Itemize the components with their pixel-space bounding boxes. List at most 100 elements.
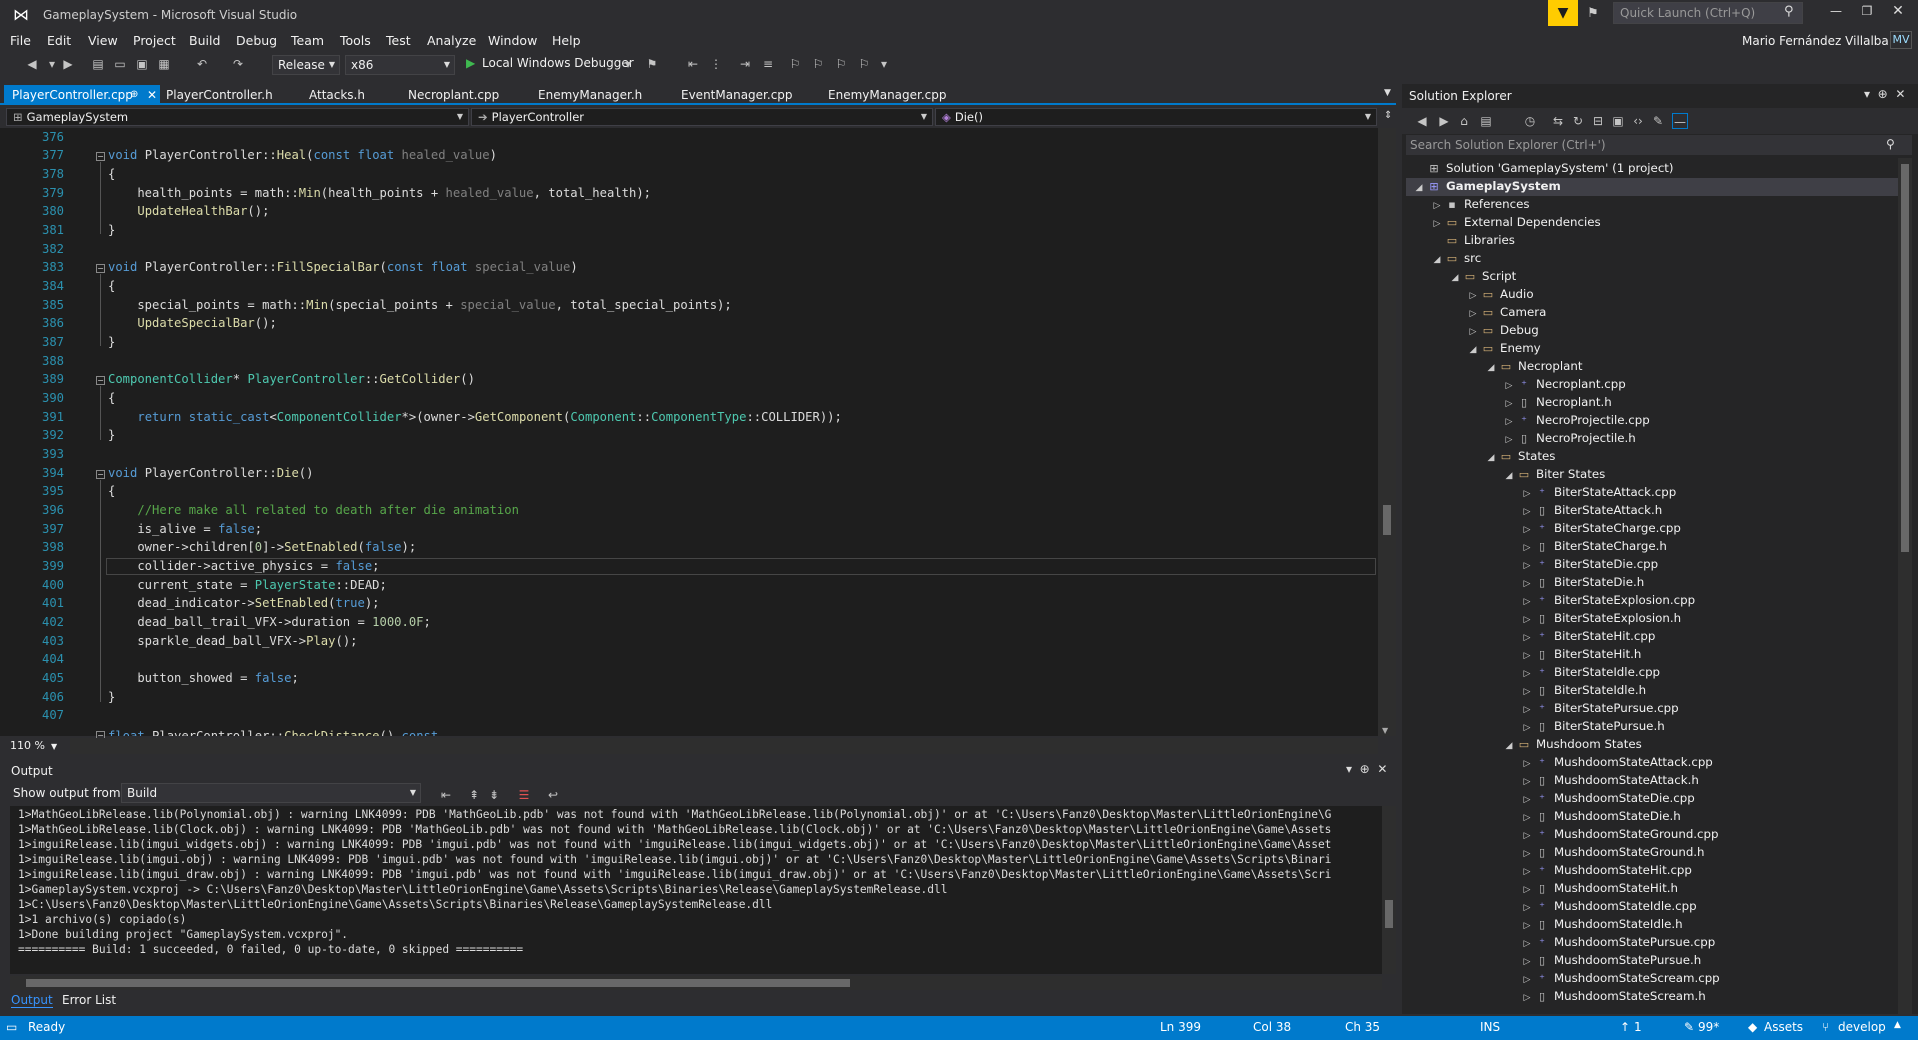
tree-item[interactable]: ▷ ⁺ MushdoomStateIdle.cpp <box>1520 897 1697 915</box>
expand-arrow-icon[interactable]: ▷ <box>1520 989 1534 1007</box>
menu-view[interactable]: View <box>88 33 118 48</box>
view-code-icon[interactable]: ‹› <box>1630 113 1646 129</box>
forward-icon[interactable]: ▶ <box>60 56 76 72</box>
status-unpushed[interactable]: 1 <box>1634 1020 1642 1034</box>
chevron-down-icon[interactable]: ▾ <box>1346 762 1352 776</box>
status-branch[interactable]: develop <box>1838 1020 1886 1034</box>
split-icon[interactable]: ⇕ <box>1384 110 1392 121</box>
expand-arrow-icon[interactable]: ◢ <box>1466 341 1480 359</box>
collapse-all-icon[interactable]: ⊟ <box>1590 113 1606 129</box>
tree-item[interactable]: ◢ ▭ Enemy <box>1466 339 1541 357</box>
tree-item[interactable]: ▷ ⁺ BiterStateAttack.cpp <box>1520 483 1677 501</box>
user-name[interactable]: Mario Fernández Villalba <box>1742 34 1889 48</box>
bookmark-icon[interactable]: ⚐ <box>787 56 803 72</box>
menu-debug[interactable]: Debug <box>236 33 277 48</box>
collapse-icon[interactable]: − <box>96 264 105 273</box>
collapse-icon[interactable]: − <box>96 470 105 479</box>
home-icon[interactable]: ⌂ <box>1456 113 1472 129</box>
tree-item[interactable]: ▷ ▯ MushdoomStatePursue.h <box>1520 951 1702 969</box>
zoom-level-select[interactable]: 110 % ▼ <box>4 738 64 754</box>
tree-item[interactable]: ◢ ▭ Script <box>1448 267 1517 285</box>
notifications-icon[interactable]: ⚑ <box>1582 3 1604 25</box>
search-icon[interactable]: ⚲ <box>1886 137 1895 151</box>
tree-item[interactable]: ▷ ▯ MushdoomStateScream.h <box>1520 987 1706 1005</box>
tree-item[interactable]: ▷ ▯ BiterStateAttack.h <box>1520 501 1663 519</box>
tree-item[interactable]: ▷ ⁺ MushdoomStateGround.cpp <box>1520 825 1719 843</box>
tab-necroplant-cpp[interactable]: Necroplant.cpp <box>400 85 499 105</box>
preview-icon[interactable]: — <box>1672 113 1688 129</box>
expand-arrow-icon[interactable]: ◢ <box>1412 179 1426 197</box>
play-icon[interactable]: ▶ <box>466 56 475 70</box>
tree-item[interactable]: ▷ ▯ BiterStateCharge.h <box>1520 537 1667 555</box>
back-icon[interactable]: ◀ <box>24 56 40 72</box>
tree-item[interactable]: ▷ ▯ MushdoomStateDie.h <box>1520 807 1681 825</box>
tree-item[interactable]: ▷ ⁺ MushdoomStatePursue.cpp <box>1520 933 1716 951</box>
go-to-line-icon[interactable]: ⇤ <box>438 787 454 803</box>
tree-item[interactable]: ▷ ▭ External Dependencies <box>1430 213 1601 231</box>
clear-bookmarks-icon[interactable]: ⚐ <box>856 56 872 72</box>
tree-item[interactable]: ▷ ▪ References <box>1430 195 1530 213</box>
branch-icon[interactable]: ⑂ <box>1822 1020 1829 1034</box>
tree-item[interactable]: ◢ ▭ src <box>1430 249 1482 267</box>
tree-item[interactable]: ◢ ⊞ GameplaySystem <box>1412 177 1561 195</box>
properties-icon[interactable]: ✎ <box>1650 113 1666 129</box>
tree-item[interactable]: ▷ ⁺ MushdoomStateHit.cpp <box>1520 861 1692 879</box>
menu-team[interactable]: Team <box>291 33 324 48</box>
scrollbar-thumb[interactable] <box>1383 505 1391 535</box>
menu-build[interactable]: Build <box>189 33 220 48</box>
maximize-button[interactable]: ❐ <box>1857 4 1877 18</box>
menu-help[interactable]: Help <box>552 33 581 48</box>
tree-item[interactable]: ▷ ▯ MushdoomStateHit.h <box>1520 879 1678 897</box>
menu-file[interactable]: File <box>10 33 31 48</box>
quick-launch-input[interactable]: Quick Launch (Ctrl+Q) <box>1613 2 1803 24</box>
find-in-files-icon[interactable]: ⚑ <box>644 56 660 72</box>
tree-item[interactable]: ▷ ▯ BiterStatePursue.h <box>1520 717 1665 735</box>
menu-analyze[interactable]: Analyze <box>427 33 476 48</box>
prev-bookmark-icon[interactable]: ⚐ <box>810 56 826 72</box>
save-all-icon[interactable]: ▦ <box>156 56 172 72</box>
configuration-select[interactable]: Release ▼ <box>272 55 340 75</box>
pencil-icon[interactable]: ✎ <box>1684 1020 1694 1034</box>
back-icon[interactable]: ◀ <box>1414 113 1430 129</box>
tree-item[interactable]: ▷ ▯ MushdoomStateIdle.h <box>1520 915 1683 933</box>
close-button[interactable]: ✕ <box>1886 3 1910 19</box>
undo-icon[interactable]: ↶ <box>194 56 210 72</box>
tree-item[interactable]: ▷ ▯ BiterStateIdle.h <box>1520 681 1647 699</box>
tree-item[interactable]: ▷ ⁺ MushdoomStateDie.cpp <box>1520 789 1695 807</box>
next-bookmark-icon[interactable]: ⚐ <box>833 56 849 72</box>
new-project-icon[interactable]: ▤ <box>90 56 106 72</box>
switch-views-icon[interactable]: ▤ <box>1478 113 1494 129</box>
tab-output[interactable]: Output <box>11 993 53 1008</box>
tree-item[interactable]: ▷ ⁺ BiterStateHit.cpp <box>1520 627 1656 645</box>
project-nav-select[interactable]: ⊞ GameplaySystem ▼ <box>6 108 469 126</box>
tab-enemymanager-h[interactable]: EnemyManager.h <box>530 85 642 105</box>
collapse-icon[interactable]: − <box>96 152 105 161</box>
tab-enemymanager-cpp[interactable]: EnemyManager.cpp <box>820 85 947 105</box>
tree-item[interactable]: ▷ ⁺ BiterStateCharge.cpp <box>1520 519 1681 537</box>
tree-item[interactable]: ▷ ⁺ MushdoomStateAttack.cpp <box>1520 753 1713 771</box>
arrow-up-icon[interactable]: ↑ <box>1620 1020 1630 1034</box>
expand-arrow-icon[interactable]: ◢ <box>1502 737 1516 755</box>
tab-playercontroller-h[interactable]: PlayerController.h <box>158 85 273 105</box>
tree-item[interactable]: ◢ ▭ Necroplant <box>1484 357 1583 375</box>
previous-message-icon[interactable]: ⇞ <box>466 787 482 803</box>
scrollbar-thumb[interactable] <box>1385 900 1393 928</box>
solution-search-input[interactable]: Search Solution Explorer (Ctrl+') <box>1406 135 1912 155</box>
avatar[interactable]: MV <box>1890 31 1912 49</box>
tree-item[interactable]: ⊞ Solution 'GameplaySystem' (1 project) <box>1412 159 1673 177</box>
expand-arrow-icon[interactable]: ◢ <box>1502 467 1516 485</box>
tree-item[interactable]: ◢ ▭ Mushdoom States <box>1502 735 1642 753</box>
indent-icon[interactable]: ⇥ <box>737 56 753 72</box>
tab-playercontroller-cpp[interactable]: PlayerController.cpp ⊕ ✕ <box>4 85 160 105</box>
tree-item[interactable]: ▷ ⁺ BiterStatePursue.cpp <box>1520 699 1679 717</box>
menu-test[interactable]: Test <box>386 33 411 48</box>
word-wrap-icon[interactable]: ↩ <box>545 787 561 803</box>
start-debugger-button[interactable]: Local Windows Debugger <box>482 56 634 70</box>
output-vertical-scrollbar[interactable] <box>1382 806 1396 974</box>
chevron-down-icon[interactable]: ▾ <box>1864 87 1870 101</box>
status-changes[interactable]: 99* <box>1698 1020 1719 1034</box>
tree-item[interactable]: ▷ ⁺ Necroplant.cpp <box>1502 375 1626 393</box>
menu-edit[interactable]: Edit <box>47 33 71 48</box>
pending-changes-icon[interactable]: ◷ <box>1522 113 1538 129</box>
feedback-filter-icon[interactable]: ▼ <box>1548 0 1578 26</box>
